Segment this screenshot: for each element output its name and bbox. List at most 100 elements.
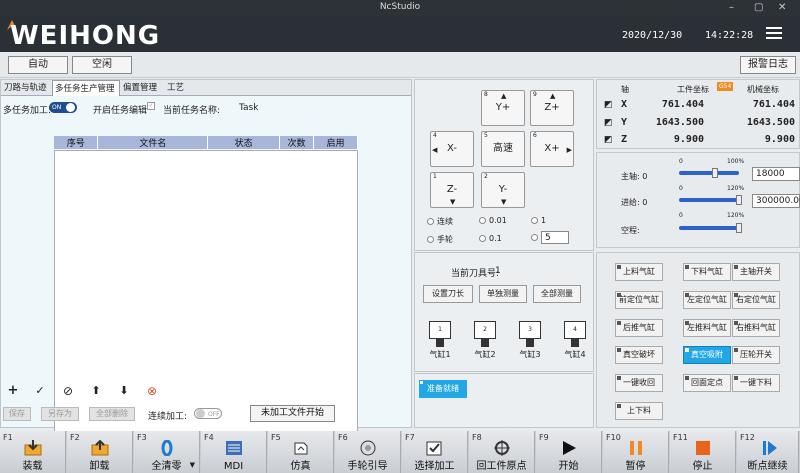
front-position-cylinder-button[interactable]: 前定位气缸 <box>615 291 663 309</box>
enable-edit-checkbox[interactable]: ✓ <box>147 102 155 110</box>
slider-thumb[interactable] <box>712 168 718 178</box>
io-button-label: 真空吸附 <box>691 350 723 359</box>
load-unload-button[interactable]: 上下料 <box>615 402 663 420</box>
step-0-01-radio[interactable]: 0.01 <box>479 216 507 225</box>
slider-thumb[interactable] <box>736 195 742 205</box>
single-measure-button[interactable]: 单独测量 <box>479 285 527 303</box>
fkey-f2-button[interactable]: F2 卸载 <box>67 431 133 473</box>
press-wheel-switch-button[interactable]: 压轮开关 <box>732 346 780 364</box>
fkey-f3-button[interactable]: F3 全清零 ▼ <box>134 431 200 473</box>
enable-edit-label: 开启任务编辑 <box>93 106 148 116</box>
all-measure-button[interactable]: 全部测量 <box>533 285 581 303</box>
task-tabs: 刀路与轨迹 多任务生产管理 偏置管理 工艺 <box>1 80 411 96</box>
jog-z-plus-button[interactable]: 9 ▲ Z+ <box>530 90 574 126</box>
set-tool-length-button[interactable]: 设置刀长 <box>423 285 473 303</box>
fkey-label: 手轮引导 <box>347 461 388 472</box>
fkey-f11-button[interactable]: F11 停止 <box>670 431 736 473</box>
right-push-cylinder-button[interactable]: 右推料气缸 <box>732 319 780 337</box>
move-up-icon[interactable]: ⬆ <box>89 385 103 399</box>
multitask-toggle[interactable]: ON <box>49 102 77 113</box>
alarm-log-button[interactable]: 报警日志 <box>740 56 796 74</box>
minimize-button[interactable]: – <box>729 2 734 13</box>
save-button[interactable]: 保存 <box>3 407 31 421</box>
tab-offset[interactable]: 偏置管理 <box>121 80 165 96</box>
menu-icon[interactable] <box>766 27 782 39</box>
save-as-button[interactable]: 另存为 <box>41 407 79 421</box>
current-task-value: Task <box>239 103 259 113</box>
axis-x-machine: 761.404 <box>752 99 795 110</box>
io-button-label: 主轴开关 <box>740 267 772 276</box>
start-unprocessed-button[interactable]: 未加工文件开始 <box>250 405 335 422</box>
delete-all-button[interactable]: 全部删除 <box>89 407 135 421</box>
io-panel: 上料气缸 下料气缸 主轴开关前定位气缸 左定位气缸 右定位气缸后推气缸 左推料气缸 右推料气… <box>596 252 800 428</box>
feed-slider[interactable] <box>679 198 739 202</box>
custom-step-input[interactable]: 5 <box>541 231 569 244</box>
delete-icon[interactable]: ⊗ <box>145 385 159 399</box>
jog-z-minus-button[interactable]: 1 ▼ Z- <box>430 172 474 208</box>
loading-cylinder-button[interactable]: 上料气缸 <box>615 263 663 281</box>
arrow-down-icon: ▼ <box>501 198 507 206</box>
left-push-cylinder-button[interactable]: 左推料气缸 <box>683 319 731 337</box>
check-icon[interactable]: ✓ <box>33 385 47 399</box>
mode-button[interactable]: 自动 <box>8 56 68 74</box>
mode-continuous-radio[interactable]: 连续 <box>427 216 453 227</box>
resume-icon <box>761 440 779 456</box>
jog-x-minus-button[interactable]: 4 ◀ X- <box>430 131 474 167</box>
vacuum-release-button[interactable]: 真空破坏 <box>615 346 663 364</box>
spindle-switch-button[interactable]: 主轴开关 <box>732 263 780 281</box>
jog-y-plus-button[interactable]: 8 ▲ Y+ <box>481 90 525 126</box>
zero-icon <box>158 439 176 457</box>
move-down-icon[interactable]: ⬇ <box>117 385 131 399</box>
tab-toolpath[interactable]: 刀路与轨迹 <box>2 80 52 96</box>
spindle-speed-input[interactable]: 18000 <box>752 167 800 181</box>
rear-push-cylinder-button[interactable]: 后推气缸 <box>615 319 663 337</box>
unloading-cylinder-button[interactable]: 下料气缸 <box>683 263 731 281</box>
mode-handwheel-radio[interactable]: 手轮 <box>427 234 453 245</box>
spindle-slider[interactable] <box>679 171 739 175</box>
fkey-number: F9 <box>539 433 549 442</box>
axis-z-name: Z <box>621 134 628 145</box>
maximize-button[interactable]: ▢ <box>754 2 763 13</box>
tab-multitask[interactable]: 多任务生产管理 <box>52 80 120 96</box>
jog-y-minus-button[interactable]: 2 ▼ Y- <box>481 172 525 208</box>
current-task-label: 当前任务名称: <box>163 106 221 116</box>
disable-icon[interactable]: ⊘ <box>61 385 75 399</box>
chevron-down-icon[interactable]: ▼ <box>190 461 195 469</box>
fkey-f12-button[interactable]: F12 断点继续 <box>737 431 799 473</box>
one-key-retract-button[interactable]: 一键收回 <box>615 374 663 392</box>
axis-x-name: X <box>621 99 628 110</box>
step-custom-radio[interactable] <box>531 233 541 242</box>
fkey-number: F5 <box>271 433 281 442</box>
machine-coord-header: 机械坐标 <box>747 85 779 94</box>
jog-x-plus-button[interactable]: 6 ▶ X+ <box>530 131 574 167</box>
slider-thumb[interactable] <box>736 223 742 233</box>
fkey-f5-button[interactable]: F5 仿真 <box>268 431 334 473</box>
one-key-unload-button[interactable]: 一键下料 <box>732 374 780 392</box>
axis-z-work: 9.900 <box>673 134 704 145</box>
close-button[interactable]: ✕ <box>778 2 786 13</box>
fkey-f9-button[interactable]: F9 开始 <box>536 431 602 473</box>
tab-process[interactable]: 工艺 <box>165 80 187 96</box>
fkey-f4-button[interactable]: F4 MDI <box>201 431 267 473</box>
fkey-f1-button[interactable]: F1 装载 <box>0 431 66 473</box>
io-button-label: 一键下料 <box>740 378 772 387</box>
step-0-1-radio[interactable]: 0.1 <box>479 234 502 243</box>
fkey-label: 回工件原点 <box>476 461 527 472</box>
left-position-cylinder-button[interactable]: 左定位气缸 <box>683 291 731 309</box>
feed-rate-input[interactable]: 300000.000 <box>752 194 800 208</box>
fkey-f6-button[interactable]: F6 手轮引导 <box>335 431 401 473</box>
fkey-f10-button[interactable]: F10 暂停 <box>603 431 669 473</box>
io-button-label: 上下料 <box>627 406 651 415</box>
add-icon[interactable]: + <box>6 384 20 399</box>
fkey-f8-button[interactable]: F8 回工件原点 <box>469 431 535 473</box>
axis-y-machine: 1643.500 <box>746 117 795 128</box>
io-button-label: 真空破坏 <box>623 350 655 359</box>
vacuum-suction-button[interactable]: 真空吸附 <box>683 346 731 364</box>
step-1-radio[interactable]: 1 <box>531 216 546 225</box>
jog-high-speed-button[interactable]: 5 高速 <box>481 131 525 167</box>
fkey-f7-button[interactable]: F7 选择加工 <box>402 431 468 473</box>
continuous-toggle[interactable]: OFF <box>194 408 222 419</box>
return-fixed-point-button[interactable]: 回面定点 <box>683 374 731 392</box>
idle-slider[interactable] <box>679 226 739 230</box>
right-position-cylinder-button[interactable]: 右定位气缸 <box>732 291 780 309</box>
